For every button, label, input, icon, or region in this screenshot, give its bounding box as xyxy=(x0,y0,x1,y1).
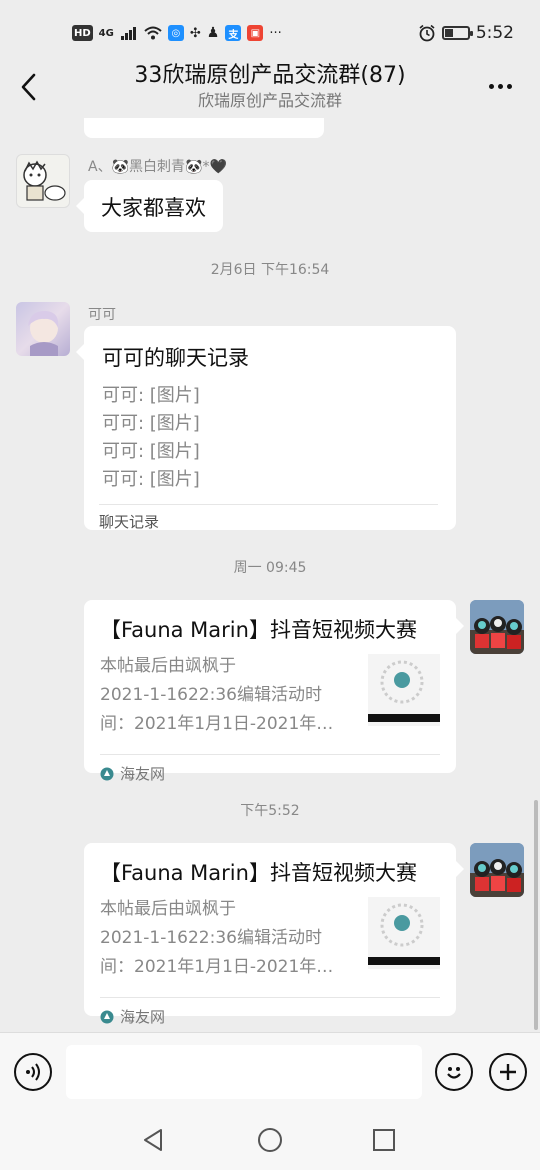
alarm-icon xyxy=(419,24,435,42)
chat-record-line: 可可: [图片] xyxy=(102,469,200,490)
chat-record-line: 可可: [图片] xyxy=(102,385,200,406)
app-red-icon: ▣ xyxy=(247,25,264,41)
timestamp: 周一 09:45 xyxy=(233,560,307,576)
scrollbar[interactable] xyxy=(534,800,538,1030)
clock: 5:52 xyxy=(475,23,514,43)
qr-logo-thumbnail-icon xyxy=(368,897,440,969)
title-block: 33欣瑞原创产品交流群(87) 欣瑞原创产品交流群 xyxy=(134,62,405,112)
circle-home-icon xyxy=(258,1128,282,1152)
more-dot-icon xyxy=(488,83,494,89)
link-card-source: 海友网 xyxy=(100,1006,440,1027)
divers-group-photo-icon xyxy=(470,600,524,654)
link-card[interactable]: 【Fauna Marin】抖音短视频大赛 本帖最后由飒枫于 2021-1-162… xyxy=(84,600,464,783)
status-right-icons: 5:52 xyxy=(418,23,514,43)
link-card-source: 海友网 xyxy=(100,763,440,784)
app-notification-icon: ◎ xyxy=(167,25,184,41)
link-card-thumbnail xyxy=(368,897,440,969)
nav-recents-button[interactable] xyxy=(368,1124,400,1156)
divers-group-photo-icon xyxy=(470,843,524,897)
site-logo-icon xyxy=(100,1010,114,1023)
message-text: 大家都喜欢 xyxy=(101,196,206,220)
network-type: 4G xyxy=(98,27,114,39)
chevron-left-icon xyxy=(21,73,36,101)
sender-name: A、🐼黑白刺青🐼*🖤 xyxy=(88,159,227,175)
more-functions-button[interactable] xyxy=(489,1053,527,1091)
chat-record-title: 可可的聊天记录 xyxy=(102,346,249,370)
link-card[interactable]: 【Fauna Marin】抖音短视频大赛 本帖最后由飒枫于 2021-1-162… xyxy=(84,843,464,1026)
pinwheel-icon: ✣ xyxy=(189,25,201,41)
chat-record-line: 可可: [图片] xyxy=(102,413,200,434)
chat-record-footer: 聊天记录 xyxy=(99,513,160,531)
previous-message-bubble[interactable] xyxy=(84,118,324,138)
own-avatar[interactable] xyxy=(470,843,524,897)
page-title: 33欣瑞原创产品交流群(87) xyxy=(134,63,406,88)
voice-button[interactable] xyxy=(14,1053,52,1091)
chat-record-card[interactable]: 可可的聊天记录 可可: [图片] 可可: [图片] 可可: [图片] 可可: [… xyxy=(76,326,456,531)
site-logo-icon xyxy=(100,767,114,780)
timestamp: 下午5:52 xyxy=(240,803,300,819)
more-notifications: ··· xyxy=(269,25,282,41)
plus-icon xyxy=(500,1064,516,1080)
chat-area[interactable]: A、🐼黑白刺青🐼*🖤 大家都喜欢 2月6日 下午16:54 可可 可可的聊天记录… xyxy=(0,118,540,1032)
hd-indicator: HD xyxy=(72,25,93,41)
message-input[interactable] xyxy=(66,1045,422,1099)
cartoon-avatar-icon xyxy=(23,160,66,201)
nav-back-button[interactable] xyxy=(138,1124,170,1156)
back-button[interactable] xyxy=(16,70,40,104)
divider xyxy=(99,504,438,505)
battery-icon xyxy=(441,26,473,40)
link-card-thumbnail xyxy=(368,654,440,726)
more-options-button[interactable] xyxy=(484,74,516,98)
system-nav-bar xyxy=(0,1110,540,1170)
qr-logo-thumbnail-icon xyxy=(368,654,440,726)
qq-penguin-icon: ♟ xyxy=(206,25,220,41)
sender-name: 可可 xyxy=(88,307,116,323)
smiley-icon xyxy=(447,1067,461,1079)
triangle-back-icon xyxy=(144,1129,162,1151)
status-left-icons: HD 4G ◎ ✣ ♟ 支 ▣ ··· xyxy=(72,25,282,41)
link-card-title: 【Fauna Marin】抖音短视频大赛 xyxy=(100,861,417,885)
more-dot-icon xyxy=(497,83,503,89)
voice-wave-icon xyxy=(26,1063,40,1081)
page-subtitle: 欣瑞原创产品交流群 xyxy=(197,91,342,110)
alipay-icon: 支 xyxy=(225,25,242,41)
battery-level xyxy=(444,29,453,37)
input-bar xyxy=(0,1032,540,1110)
own-avatar[interactable] xyxy=(470,600,524,654)
more-dot-icon xyxy=(506,83,512,89)
divider xyxy=(100,754,440,755)
avatar[interactable] xyxy=(16,154,70,208)
chat-header: 33欣瑞原创产品交流群(87) 欣瑞原创产品交流群 xyxy=(0,56,540,118)
signal-icon xyxy=(120,27,136,40)
wifi-icon xyxy=(144,26,162,40)
emoji-button[interactable] xyxy=(435,1053,473,1091)
timestamp: 2月6日 下午16:54 xyxy=(210,262,330,278)
square-recents-icon xyxy=(373,1129,395,1151)
avatar[interactable] xyxy=(16,302,70,356)
divider xyxy=(100,997,440,998)
link-card-title: 【Fauna Marin】抖音短视频大赛 xyxy=(100,618,417,642)
anime-avatar-icon xyxy=(28,310,59,356)
chat-record-line: 可可: [图片] xyxy=(102,441,200,462)
link-card-source-name: 海友网 xyxy=(120,765,166,783)
link-card-source-name: 海友网 xyxy=(120,1008,166,1026)
message-bubble[interactable]: 大家都喜欢 xyxy=(76,180,223,232)
nav-home-button[interactable] xyxy=(254,1124,286,1156)
